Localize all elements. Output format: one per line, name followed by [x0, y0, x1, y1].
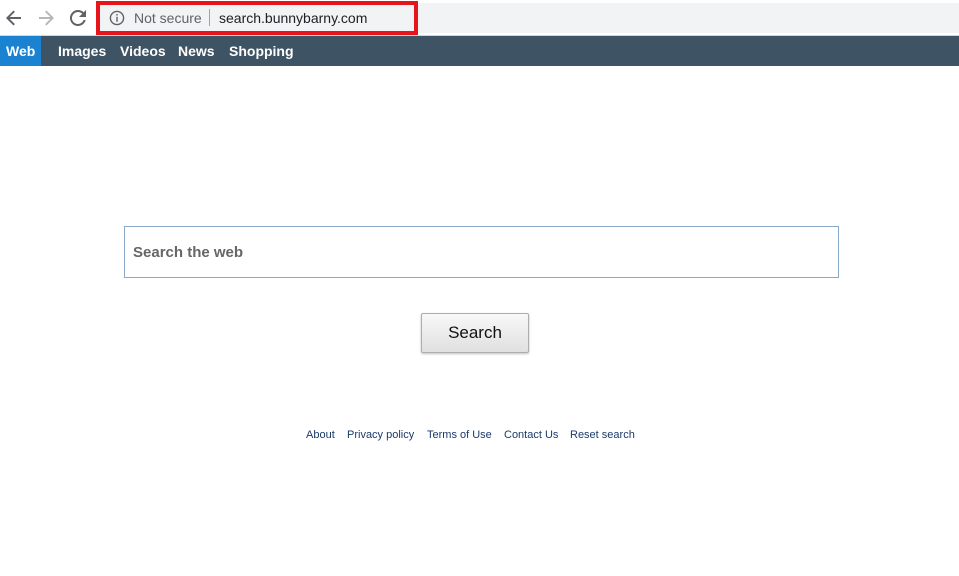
nav-news[interactable]: News — [178, 36, 215, 66]
nav-videos[interactable]: Videos — [120, 36, 166, 66]
footer-link-privacy[interactable]: Privacy policy — [347, 428, 414, 442]
browser-toolbar: Not secure search.bunnybarny.com — [0, 0, 959, 36]
search-input[interactable] — [124, 226, 839, 278]
footer-link-contact[interactable]: Contact Us — [504, 428, 558, 442]
site-nav-bar: Web Images Videos News Shopping — [0, 36, 959, 66]
reload-icon — [70, 10, 86, 26]
nav-shopping[interactable]: Shopping — [229, 36, 294, 66]
arrow-right-icon — [39, 10, 54, 26]
search-button[interactable]: Search — [421, 313, 529, 353]
back-button[interactable] — [0, 4, 28, 32]
address-highlight-box — [96, 1, 418, 35]
footer-link-reset[interactable]: Reset search — [570, 428, 635, 442]
nav-images[interactable]: Images — [58, 36, 106, 66]
arrow-left-icon — [6, 10, 21, 26]
nav-web[interactable]: Web — [0, 36, 41, 66]
footer-link-about[interactable]: About — [306, 428, 335, 442]
footer-link-terms[interactable]: Terms of Use — [427, 428, 492, 442]
reload-button[interactable] — [64, 4, 92, 32]
forward-button[interactable] — [32, 4, 60, 32]
